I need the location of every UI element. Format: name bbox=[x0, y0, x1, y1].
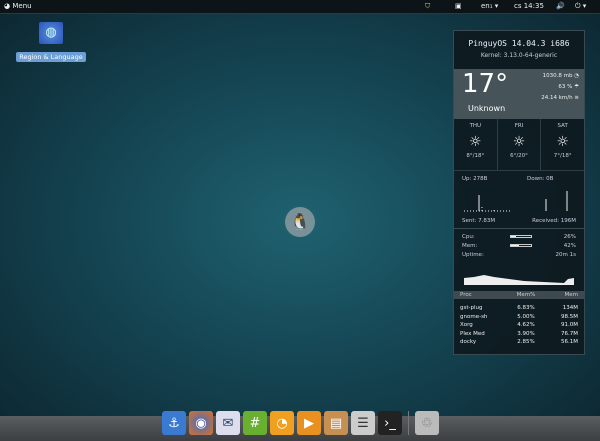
process-mem: 91.0M bbox=[561, 322, 578, 329]
process-mem-pct: 6.83% bbox=[517, 305, 535, 312]
dock-icons: ⚓ ◉ ✉ # ◔ ▶ ▤ ☰ ›_ ♲ bbox=[162, 411, 439, 435]
conky-widget: PinguyOS 14.04.3 i686 Kernel: 3.13.0-64-… bbox=[453, 30, 585, 355]
hexchat-icon[interactable]: # bbox=[243, 411, 267, 435]
uptime-label: Uptime: bbox=[462, 252, 484, 258]
process-name: gnome-sh bbox=[460, 313, 488, 320]
network-graph bbox=[464, 191, 568, 212]
terminal-icon[interactable]: ›_ bbox=[378, 411, 402, 435]
temperature: 17° bbox=[462, 69, 509, 99]
process-header: Proc Mem% Mem bbox=[454, 291, 584, 299]
desktop-icon-region-language[interactable]: ◍ Region & Language bbox=[16, 22, 86, 63]
menu-label: Menu bbox=[12, 2, 32, 10]
sent-total: Sent: 7.83M bbox=[462, 218, 496, 224]
process-name: docky bbox=[460, 339, 477, 346]
process-mem-pct: 2.85% bbox=[517, 339, 535, 346]
process-row: Xorg 4.62% 91.0M bbox=[454, 321, 584, 330]
video-editor-icon[interactable]: ▶ bbox=[297, 411, 321, 435]
forecast-day: FRI ☼ 6°/20° bbox=[498, 119, 542, 170]
files-icon[interactable]: ▤ bbox=[324, 411, 348, 435]
pressure: 1030.8 mb bbox=[542, 73, 573, 79]
mem-label: Mem: bbox=[462, 243, 478, 249]
top-panel: ◕ Menu ⛉ ▣ en₁ ▾ cs 14:35 🔊 ⏻ ▾ bbox=[0, 0, 600, 14]
temp-range: 6°/20° bbox=[510, 153, 528, 159]
screen-icon[interactable]: ▣ bbox=[455, 2, 462, 10]
current-weather: 17° Unknown 1030.8 mb ◔ 63 % ☂ 24.14 km/… bbox=[454, 69, 584, 119]
uptime-value: 20m 1s bbox=[555, 252, 576, 258]
mixer-icon[interactable]: ☰ bbox=[351, 411, 375, 435]
thunderbird-icon[interactable]: ✉ bbox=[216, 411, 240, 435]
shield-icon[interactable]: ⛉ bbox=[425, 2, 430, 11]
mem-value: 42% bbox=[563, 243, 576, 249]
globe-icon: ◍ bbox=[39, 22, 63, 44]
firefox-icon[interactable]: ◉ bbox=[189, 411, 213, 435]
trash-icon[interactable]: ♲ bbox=[415, 411, 439, 435]
condition: Unknown bbox=[468, 104, 506, 113]
pinguy-logo: 🐧 bbox=[285, 207, 315, 237]
partly-cloudy-icon: ☼ bbox=[556, 134, 569, 150]
wind: 24.14 km/h bbox=[541, 95, 573, 101]
forecast-day: THU ☼ 8°/18° bbox=[454, 119, 498, 170]
cpu-bar bbox=[510, 235, 532, 238]
sunny-icon: ☼ bbox=[512, 134, 526, 150]
day-label: SAT bbox=[557, 123, 568, 129]
process-mem: 76.7M bbox=[561, 330, 578, 337]
humidity: 63 % bbox=[558, 84, 573, 90]
cpu-label: Cpu: bbox=[462, 234, 475, 240]
day-label: THU bbox=[469, 123, 482, 129]
clock[interactable]: cs 14:35 bbox=[514, 2, 544, 10]
header-proc: Proc bbox=[460, 292, 472, 298]
pressure-icon: ◔ bbox=[574, 73, 579, 79]
process-row: docky 2.85% 56.1M bbox=[454, 338, 584, 347]
upload-rate: Up: 278B bbox=[462, 176, 488, 182]
process-name: Plex Med bbox=[460, 330, 485, 337]
desktop-icon-label: Region & Language bbox=[16, 52, 86, 62]
day-label: FRI bbox=[514, 123, 524, 129]
temp-range: 7°/18° bbox=[553, 153, 572, 159]
header-mem: Mem bbox=[564, 292, 579, 298]
humidity-icon: ☂ bbox=[574, 84, 579, 90]
keyboard-layout[interactable]: en₁ ▾ bbox=[481, 2, 498, 10]
download-rate: Down: 0B bbox=[527, 176, 554, 182]
mem-bar bbox=[510, 244, 532, 247]
os-version: PinguyOS 14.04.3 i686 bbox=[468, 39, 570, 48]
wind-icon: ≋ bbox=[574, 95, 579, 101]
temp-range: 8°/18° bbox=[466, 153, 485, 159]
process-mem: 134M bbox=[562, 305, 578, 312]
system-section: Cpu: 26% Mem: 42% Uptime: 20m 1s bbox=[454, 229, 584, 291]
volume-icon[interactable]: 🔊 bbox=[556, 2, 565, 10]
anchor-icon[interactable]: ⚓ bbox=[162, 411, 186, 435]
process-mem-pct: 3.90% bbox=[517, 330, 535, 337]
cpu-value: 26% bbox=[563, 234, 576, 240]
process-row: gst-plug 6.83% 134M bbox=[454, 304, 584, 313]
process-name: Xorg bbox=[460, 322, 473, 329]
cpu-graph bbox=[464, 275, 574, 285]
process-row: Plex Med 3.90% 76.7M bbox=[454, 330, 584, 339]
process-name: gst-plug bbox=[460, 305, 483, 312]
process-mem-pct: 4.62% bbox=[517, 322, 535, 329]
process-row: gnome-sh 5.00% 98.5M bbox=[454, 313, 584, 322]
dock-separator bbox=[408, 411, 409, 435]
header-mem-pct: Mem% bbox=[516, 292, 536, 298]
process-mem-pct: 5.00% bbox=[517, 313, 535, 320]
process-mem: 98.5M bbox=[561, 313, 578, 320]
kernel-version: Kernel: 3.13.0-64-generic bbox=[480, 52, 558, 59]
orange-icon[interactable]: ◔ bbox=[270, 411, 294, 435]
forecast-day: SAT ☼ 7°/18° bbox=[541, 119, 584, 170]
menu-button[interactable]: ◕ Menu bbox=[4, 2, 32, 10]
network-section: Up: 278B Down: 0B Sent: 7.83M Received: … bbox=[454, 171, 584, 229]
partly-cloudy-icon: ☼ bbox=[469, 134, 482, 150]
process-mem: 56.1M bbox=[561, 339, 578, 346]
power-menu[interactable]: ⏻ ▾ bbox=[575, 2, 586, 11]
received-total: Received: 196M bbox=[532, 218, 576, 224]
